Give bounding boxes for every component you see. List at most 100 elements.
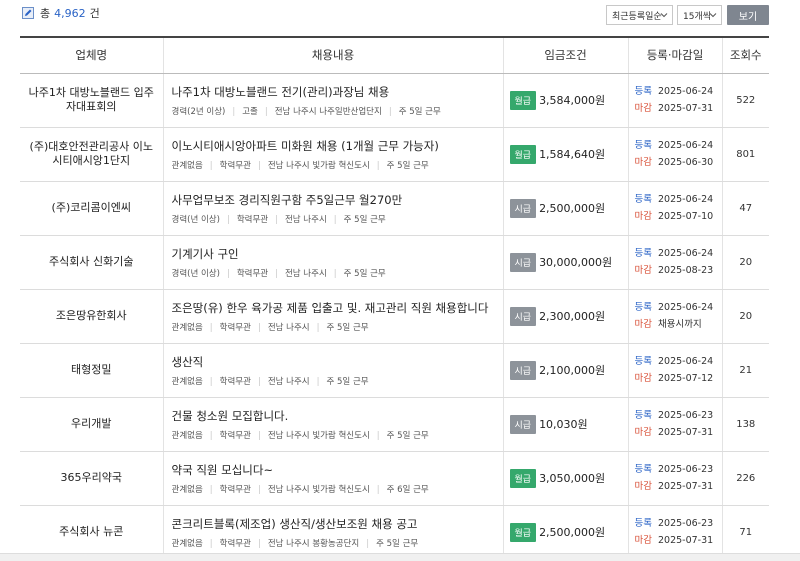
deadline-label: 마감 — [634, 319, 652, 330]
total-suffix: 건 — [89, 7, 100, 20]
deadline-label: 마감 — [634, 427, 652, 438]
registered-date: 등록 2025-06-23 — [635, 515, 722, 532]
table-row[interactable]: 주식회사 신화기술 기계기사 구인 경력(년 이상)학력무관전남 나주시주 5일… — [20, 235, 769, 290]
table-header-row: 업체명 채용내용 임금조건 등록·마감일 조회수 — [20, 36, 769, 74]
job-meta-item: 학력무관 — [203, 377, 251, 387]
deadline-date: 마감 2025-07-31 — [635, 532, 722, 549]
view-count: 21 — [721, 343, 769, 398]
pay-type-badge: 월급 — [509, 468, 537, 488]
registered-date: 등록 2025-06-24 — [635, 299, 722, 316]
job-meta-item: 학력무관 — [220, 269, 268, 279]
column-header-job: 채용내용 — [162, 36, 503, 74]
page-bottom-strip — [0, 553, 800, 561]
table-row[interactable]: 우리개발 건물 청소원 모집합니다. 관계없음학력무관전남 나주시 빛가람 혁신… — [20, 397, 769, 452]
registered-date-value: 2025-06-23 — [657, 410, 714, 421]
dates-cell: 등록 2025-06-24 마감 2025-06-30 — [627, 127, 722, 182]
table-row[interactable]: (주)코리콤이엔씨 사무업무보조 경리직원구함 주5일근무 월270만 경력(년… — [20, 181, 769, 236]
pay-type-badge: 월급 — [509, 522, 537, 542]
deadline-date-value: 2025-07-31 — [657, 427, 714, 438]
job-meta-item: 전남 나주시 빛가람 혁신도시 — [251, 485, 370, 495]
job-title-link[interactable]: 기계기사 구인 — [172, 246, 495, 262]
pay-amount: 30,000,000원 — [539, 256, 613, 269]
pay-amount: 3,050,000원 — [539, 472, 606, 485]
registered-label: 등록 — [634, 194, 652, 205]
registered-date: 등록 2025-06-23 — [635, 461, 722, 478]
table-row[interactable]: 365우리약국 약국 직원 모십니다~ 관계없음학력무관전남 나주시 빛가람 혁… — [20, 451, 769, 506]
registered-label: 등록 — [634, 518, 652, 529]
deadline-label: 마감 — [634, 265, 652, 276]
deadline-label: 마감 — [634, 157, 652, 168]
table-row[interactable]: (주)대호안전관리공사 이노시티애시앙1단지 이노시티애시앙아파트 미화원 채용… — [20, 127, 769, 182]
pay-amount: 2,300,000원 — [539, 310, 606, 323]
pay-type-badge: 시급 — [509, 252, 537, 272]
total-count: 총 4,962 건 — [22, 5, 100, 21]
pay-cell: 월급 3,584,000원 — [502, 73, 628, 128]
registered-date: 등록 2025-06-24 — [635, 245, 722, 262]
company-name[interactable]: (주)대호안전관리공사 이노시티애시앙1단지 — [20, 127, 163, 182]
job-title-link[interactable]: 이노시티애시앙아파트 미화원 채용 (1개월 근무 가능자) — [172, 138, 495, 154]
pay-cell: 월급 2,500,000원 — [502, 505, 628, 560]
dates-cell: 등록 2025-06-23 마감 2025-07-31 — [627, 451, 722, 506]
registered-date-value: 2025-06-24 — [657, 86, 714, 97]
job-cell: 약국 직원 모십니다~ 관계없음학력무관전남 나주시 빛가람 혁신도시주 6일 … — [162, 451, 503, 506]
view-button[interactable]: 보기 — [727, 5, 769, 25]
registered-label: 등록 — [634, 302, 652, 313]
registered-date-value: 2025-06-24 — [657, 140, 714, 151]
table-row[interactable]: 조은땅유한회사 조은땅(유) 한우 육가공 제품 입출고 및. 재고관리 직원 … — [20, 289, 769, 344]
deadline-label: 마감 — [634, 103, 652, 114]
job-title-link[interactable]: 건물 청소원 모집합니다. — [172, 408, 495, 424]
job-meta-item: 관계없음 — [171, 484, 203, 495]
column-header-pay: 임금조건 — [502, 36, 628, 74]
deadline-date: 마감 2025-07-10 — [635, 208, 722, 225]
company-name[interactable]: 나주1차 대방노블랜드 입주자대표회의 — [20, 73, 163, 128]
table-row[interactable]: 주식회사 뉴콘 콘크리트블록(제조업) 생산직/생산보조원 채용 공고 관계없음… — [20, 505, 769, 560]
company-name[interactable]: 조은땅유한회사 — [20, 289, 163, 344]
job-meta-item: 주 5일 근무 — [327, 269, 386, 279]
table-row[interactable]: 태형정밀 생산직 관계없음학력무관전남 나주시주 5일 근무 시급2,100,0… — [20, 343, 769, 398]
job-meta-item: 전남 나주시 — [251, 323, 310, 333]
deadline-date-value: 2025-07-10 — [657, 211, 714, 222]
company-name[interactable]: 주식회사 신화기술 — [20, 235, 163, 290]
pay-amount: 3,584,000원 — [539, 94, 606, 107]
chevron-down-icon — [709, 13, 717, 18]
job-title-link[interactable]: 사무업무보조 경리직원구함 주5일근무 월270만 — [172, 192, 495, 208]
pay-cell: 시급 2,500,000원 — [502, 181, 628, 236]
deadline-date: 마감 채용시까지 — [635, 316, 722, 333]
edit-icon — [22, 7, 34, 19]
pay-amount: 10,030원 — [539, 418, 588, 431]
pay-type-badge: 시급 — [509, 198, 537, 218]
job-cell: 나주1차 대방노블랜드 전기(관리)과장님 채용 경력(2년 이상)고졸전남 나… — [162, 73, 503, 128]
job-title-link[interactable]: 콘크리트블록(제조업) 생산직/생산보조원 채용 공고 — [172, 516, 495, 532]
registered-label: 등록 — [634, 410, 652, 421]
job-meta-item: 전남 나주시 빛가람 혁신도시 — [251, 161, 370, 171]
page-size-select[interactable]: 15개씩 — [677, 5, 722, 25]
company-name[interactable]: 태형정밀 — [20, 343, 163, 398]
company-name[interactable]: (주)코리콤이엔씨 — [20, 181, 163, 236]
deadline-date: 마감 2025-08-23 — [635, 262, 722, 279]
job-meta-item: 고졸 — [225, 107, 258, 117]
view-count: 226 — [721, 451, 769, 506]
company-name[interactable]: 365우리약국 — [20, 451, 163, 506]
job-title-link[interactable]: 생산직 — [172, 354, 495, 370]
job-meta-item: 주 5일 근무 — [370, 161, 429, 171]
column-header-company: 업체명 — [20, 36, 163, 74]
total-number: 4,962 — [54, 6, 86, 20]
deadline-date-value: 2025-06-30 — [657, 157, 714, 168]
deadline-label: 마감 — [634, 481, 652, 492]
registered-date: 등록 2025-06-24 — [635, 137, 722, 154]
job-title-link[interactable]: 약국 직원 모십니다~ — [172, 462, 495, 478]
job-meta: 관계없음학력무관전남 나주시 빛가람 혁신도시주 5일 근무 — [172, 429, 495, 441]
company-name[interactable]: 주식회사 뉴콘 — [20, 505, 163, 560]
view-count: 47 — [721, 181, 769, 236]
deadline-date: 마감 2025-07-31 — [635, 100, 722, 117]
sort-select[interactable]: 최근등록일순 — [606, 5, 673, 25]
table-body: 나주1차 대방노블랜드 입주자대표회의 나주1차 대방노블랜드 전기(관리)과장… — [20, 73, 769, 560]
registered-label: 등록 — [634, 356, 652, 367]
table-row[interactable]: 나주1차 대방노블랜드 입주자대표회의 나주1차 대방노블랜드 전기(관리)과장… — [20, 73, 769, 128]
company-name[interactable]: 우리개발 — [20, 397, 163, 452]
dates-cell: 등록 2025-06-24 마감 2025-07-10 — [627, 181, 722, 236]
job-title-link[interactable]: 나주1차 대방노블랜드 전기(관리)과장님 채용 — [172, 84, 495, 100]
job-title-link[interactable]: 조은땅(유) 한우 육가공 제품 입출고 및. 재고관리 직원 채용합니다 — [172, 300, 495, 316]
deadline-date: 마감 2025-06-30 — [635, 154, 722, 171]
registered-date: 등록 2025-06-24 — [635, 353, 722, 370]
